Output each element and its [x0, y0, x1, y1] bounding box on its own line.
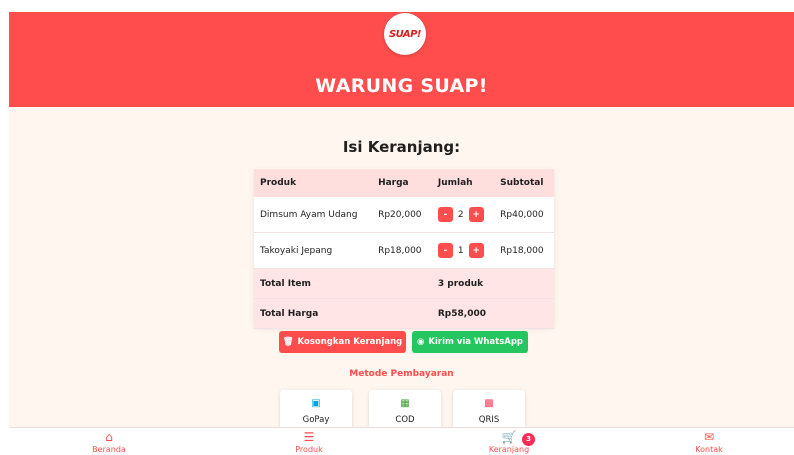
empty-cart-button[interactable]: 🗑 Kosongkan Keranjang — [279, 331, 406, 353]
header-jumlah: Jumlah — [431, 169, 495, 197]
quantity-value: 2 — [457, 209, 464, 220]
cart-table: Produk Harga Jumlah Subtotal Dimsum Ayam… — [254, 169, 554, 329]
quantity-value: 1 — [457, 245, 464, 256]
payment-title: Metode Pembayaran — [349, 369, 454, 379]
total-item-row: Total Item 3 produk — [254, 268, 554, 299]
page-frame: SUAP! WARUNG SUAP! Isi Keranjang: Produk… — [9, 12, 794, 455]
table-row: Takoyaki Jepang Rp18,000 - 1 + Rp18,000 — [254, 232, 554, 269]
increase-quantity-button[interactable]: + — [468, 207, 484, 222]
cart-icon: 🛒 — [501, 430, 517, 444]
table-row: Dimsum Ayam Udang Rp20,000 - 2 + Rp40,00… — [254, 197, 554, 233]
product-name: Takoyaki Jepang — [254, 232, 373, 269]
cart-title: Isi Keranjang: — [342, 138, 461, 156]
nav-item-produk[interactable]: ☰ Produk — [259, 428, 359, 455]
total-item-label: Total Item — [254, 268, 432, 299]
nav-item-keranjang[interactable]: 🛒 Keranjang 3 — [459, 428, 559, 455]
nav-item-kontak[interactable]: ✉ Kontak — [659, 428, 759, 455]
payment-label: COD — [395, 415, 415, 425]
cart-table-card: Produk Harga Jumlah Subtotal Dimsum Ayam… — [254, 169, 554, 329]
header: SUAP! WARUNG SUAP! — [9, 12, 794, 107]
empty-cart-label: Kosongkan Keranjang — [297, 337, 403, 347]
quantity-cell: - 1 + — [431, 232, 495, 269]
nav-label: Keranjang — [488, 445, 530, 454]
cash-icon: ▦ — [400, 398, 410, 409]
payment-label: GoPay — [302, 415, 330, 425]
wallet-icon: ▣ — [311, 398, 321, 409]
increase-quantity-button[interactable]: + — [468, 243, 484, 258]
nav-item-beranda[interactable]: ⌂ Beranda — [59, 428, 159, 455]
payment-label: QRIS — [478, 415, 500, 425]
nav-label: Kontak — [695, 445, 723, 454]
table-header-row: Produk Harga Jumlah Subtotal — [254, 169, 554, 197]
list-icon: ☰ — [303, 430, 315, 444]
product-price: Rp20,000 — [372, 197, 432, 233]
nav-label: Produk — [295, 445, 323, 454]
total-item-value: 3 produk — [431, 268, 554, 299]
logo-text: SUAP! — [388, 28, 422, 40]
header-harga: Harga — [372, 169, 432, 197]
send-whatsapp-button[interactable]: ◉ Kirim via WhatsApp — [412, 331, 528, 353]
cart-actions: 🗑 Kosongkan Keranjang ◉ Kirim via WhatsA… — [279, 331, 529, 355]
mail-icon: ✉ — [703, 430, 715, 444]
trash-icon: 🗑 — [282, 337, 294, 347]
header-produk: Produk — [254, 169, 373, 197]
product-subtotal: Rp40,000 — [494, 197, 554, 233]
decrease-quantity-button[interactable]: - — [437, 243, 453, 258]
header-subtotal: Subtotal — [494, 169, 554, 197]
store-logo[interactable]: SUAP! — [384, 13, 426, 55]
quantity-control: - 2 + — [437, 207, 488, 222]
product-subtotal: Rp18,000 — [494, 232, 554, 269]
quantity-control: - 1 + — [437, 243, 488, 258]
home-icon: ⌂ — [105, 430, 113, 444]
product-price: Rp18,000 — [372, 232, 432, 269]
product-name: Dimsum Ayam Udang — [254, 197, 373, 233]
total-price-value: Rp58,000 — [431, 298, 554, 329]
send-whatsapp-label: Kirim via WhatsApp — [428, 337, 524, 347]
decrease-quantity-button[interactable]: - — [437, 207, 453, 222]
cart-count-badge: 3 — [522, 433, 535, 446]
quantity-cell: - 2 + — [431, 197, 495, 233]
total-price-label: Total Harga — [254, 298, 432, 329]
qr-code-icon: ▩ — [484, 398, 494, 409]
whatsapp-icon: ◉ — [416, 337, 425, 347]
store-title: WARUNG SUAP! — [315, 75, 488, 97]
nav-label: Beranda — [92, 445, 126, 454]
total-price-row: Total Harga Rp58,000 — [254, 298, 554, 329]
bottom-navigation: ⌂ Beranda ☰ Produk 🛒 Keranjang 3 ✉ Konta… — [9, 427, 794, 455]
